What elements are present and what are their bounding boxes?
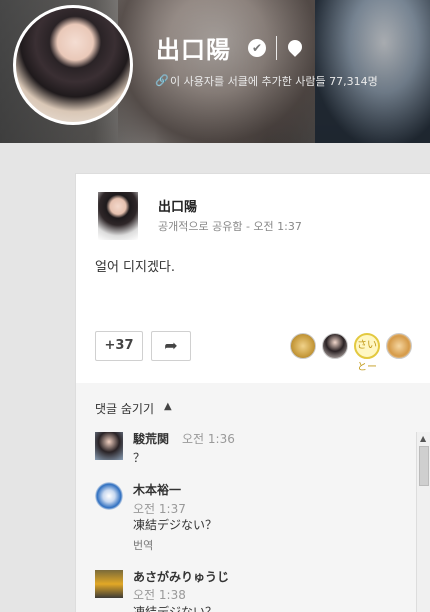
plusser-avatar-2[interactable] <box>322 333 348 359</box>
share-arrow-icon: ➦ <box>164 336 178 355</box>
verified-check-icon: ✔ <box>248 39 266 57</box>
divider <box>276 36 277 60</box>
circle-count[interactable]: 이 사용자를 서클에 추가한 사람들 77,314명 <box>170 73 378 89</box>
share-button[interactable]: ➦ <box>151 331 191 361</box>
comment-avatar[interactable] <box>95 482 123 510</box>
link-icon: 🔗 <box>155 74 169 87</box>
profile-avatar[interactable] <box>13 5 133 125</box>
plusser-avatar-4[interactable] <box>386 333 412 359</box>
hide-comments-toggle[interactable]: 댓글 숨기기 <box>95 400 154 417</box>
comment-text: 凍結デジない？ <box>133 605 218 612</box>
plusser-avatar-1[interactable] <box>290 333 316 359</box>
comment-avatar[interactable] <box>95 570 123 598</box>
chevron-up-icon[interactable]: ▲ <box>164 401 172 412</box>
comment-text: ？ <box>133 451 146 465</box>
comment-time: 오전 1:36 <box>182 432 235 446</box>
profile-name: 出口陽 <box>156 36 231 64</box>
comment-time: 오전 1:38 <box>133 588 186 602</box>
plus-one-button[interactable]: +37 <box>95 331 143 361</box>
comment-author[interactable]: 駿荒関 <box>133 430 169 447</box>
comments-scrollbar[interactable]: ▲ <box>416 432 430 612</box>
plusser-avatar-3[interactable]: さいとー <box>354 333 380 373</box>
scroll-thumb[interactable] <box>419 446 429 486</box>
post-author-name[interactable]: 出口陽 <box>158 196 197 215</box>
post-meta: 공개적으로 공유함 - 오전 1:37 <box>158 220 302 233</box>
translate-link[interactable]: 번역 <box>133 537 153 553</box>
comments-section <box>75 383 430 612</box>
comment-text: 凍結デジない？ <box>133 518 218 532</box>
comment-author[interactable]: あさがみりゅうじ <box>133 568 229 585</box>
comment-avatar[interactable] <box>95 432 123 460</box>
scroll-up-icon[interactable]: ▲ <box>420 434 426 443</box>
comment-time: 오전 1:37 <box>133 502 186 516</box>
comment-author[interactable]: 木本裕一 <box>133 481 181 498</box>
post-author-avatar[interactable] <box>98 192 138 240</box>
post-text: 얼어 디지겠다. <box>95 260 176 275</box>
